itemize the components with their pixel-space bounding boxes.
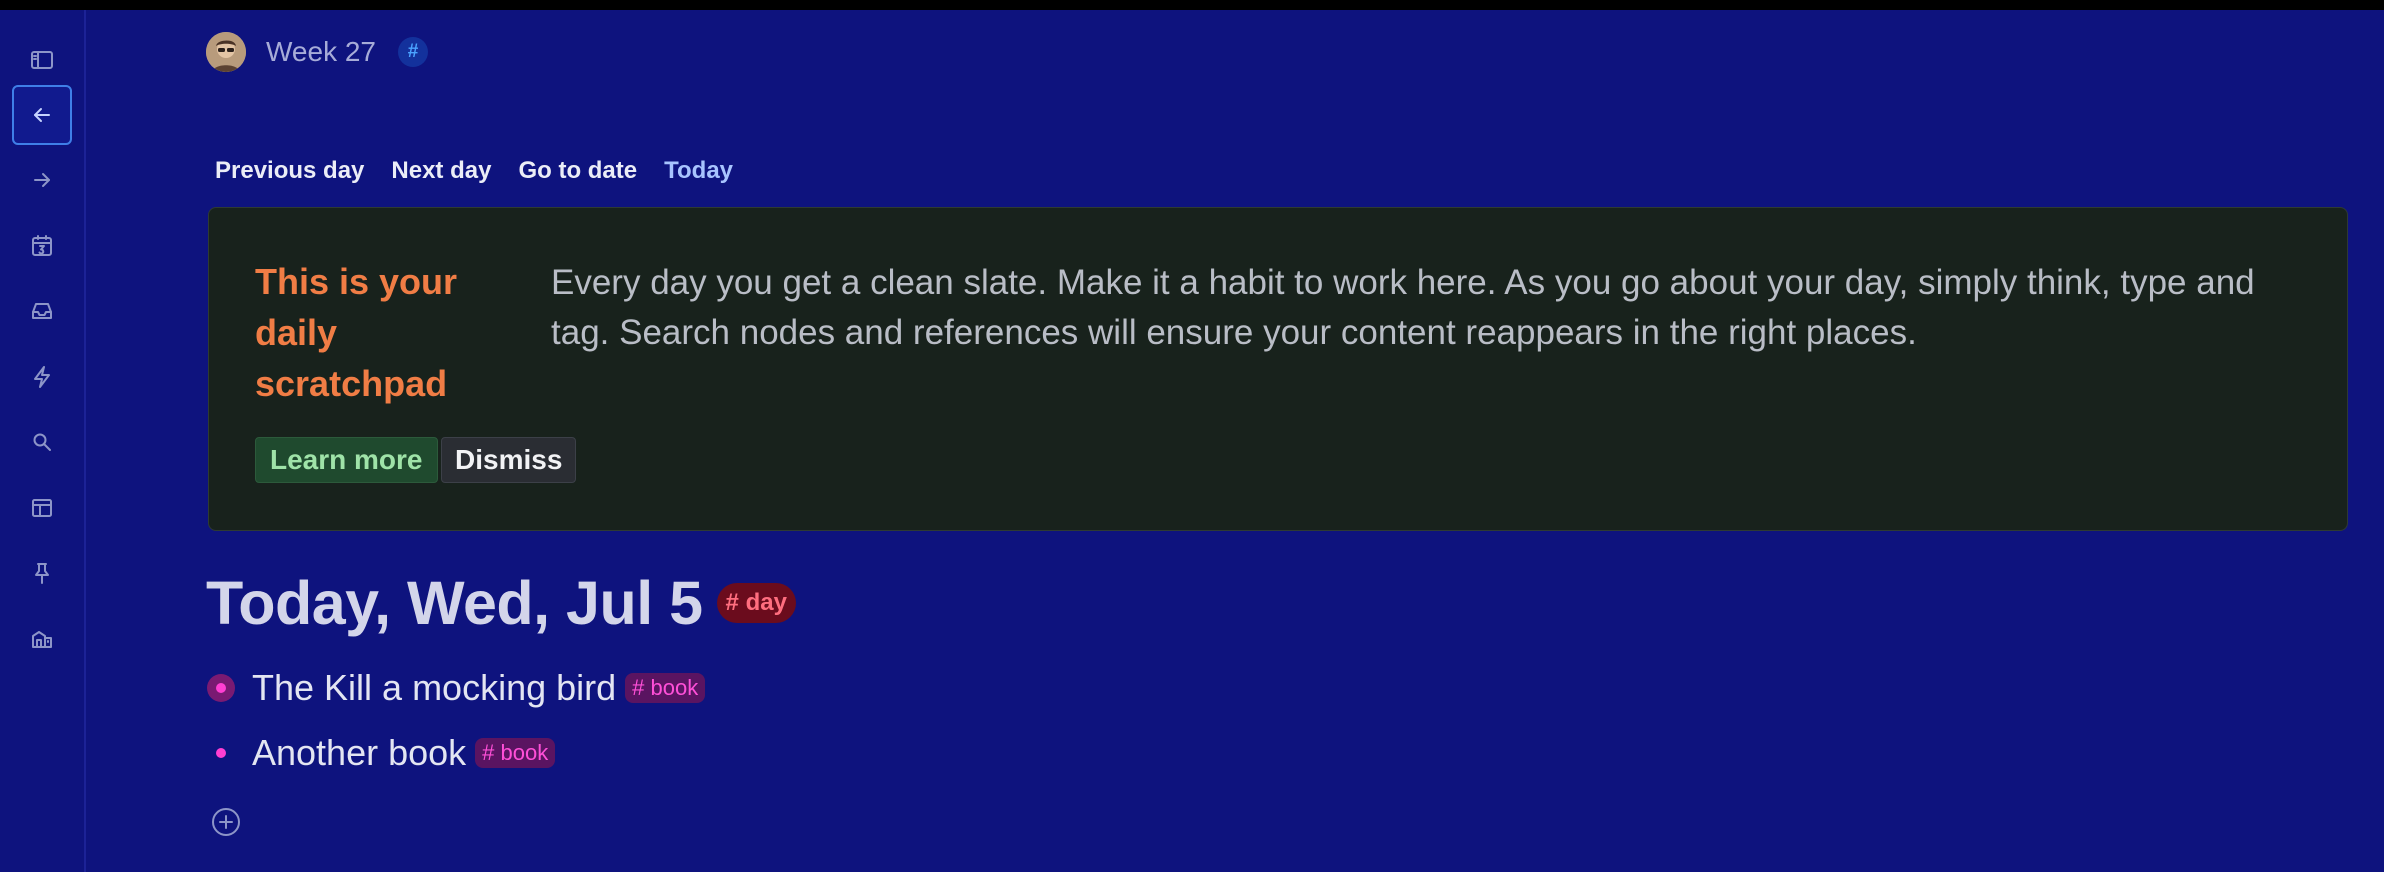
day-heading: Today, Wed, Jul 5 # day [206, 568, 796, 638]
window-top-bar [0, 0, 2384, 10]
arrow-left-icon [34, 108, 50, 122]
quick-action-button[interactable] [12, 347, 72, 407]
book-tag[interactable]: # book [475, 738, 556, 768]
lightning-icon [34, 366, 50, 388]
next-day-link[interactable]: Next day [391, 157, 491, 185]
dismiss-button[interactable]: Dismiss [441, 437, 577, 483]
avatar[interactable] [206, 32, 246, 72]
layout-icon [32, 499, 52, 517]
sidebar-toggle-icon [31, 51, 53, 69]
list-item-text[interactable]: Another book [252, 732, 466, 774]
back-button[interactable] [12, 85, 72, 145]
day-title[interactable]: Today, Wed, Jul 5 [206, 568, 703, 638]
scratchpad-title: This is your daily scratchpad [255, 261, 458, 404]
scratchpad-card: This is your daily scratchpad Every day … [208, 207, 2348, 531]
add-node-button[interactable] [210, 806, 242, 838]
day-navigation: Previous day Next day Go to date Today [215, 157, 733, 185]
page-header: Week 27 # [206, 31, 428, 73]
sidebar-toggle-button[interactable] [12, 30, 72, 90]
bullet-icon[interactable] [206, 673, 236, 703]
arrow-right-icon [34, 173, 50, 187]
bullet-icon[interactable] [206, 738, 236, 768]
pinned-button[interactable] [12, 543, 72, 603]
layout-button[interactable] [12, 478, 72, 538]
workspace-button[interactable] [12, 609, 72, 669]
inbox-button[interactable] [12, 281, 72, 341]
inbox-icon [32, 303, 52, 319]
avatar-image [206, 32, 246, 72]
list-item[interactable]: Another book # book [206, 732, 556, 774]
search-button[interactable] [12, 412, 72, 472]
forward-button[interactable] [12, 150, 72, 210]
go-to-date-link[interactable]: Go to date [518, 157, 637, 185]
left-sidebar [0, 10, 86, 872]
page-title: Week 27 [266, 36, 376, 67]
list-item[interactable]: The Kill a mocking bird # book [206, 667, 706, 709]
calendar-button[interactable] [12, 216, 72, 276]
pin-icon [35, 563, 49, 584]
previous-day-link[interactable]: Previous day [215, 157, 364, 185]
day-tag[interactable]: # day [716, 583, 796, 623]
today-link[interactable]: Today [664, 157, 733, 185]
scratchpad-description: Every day you get a clean slate. Make it… [551, 263, 2255, 352]
calendar-icon [32, 235, 52, 256]
search-icon [33, 433, 51, 451]
book-tag[interactable]: # book [625, 673, 706, 703]
list-item-text[interactable]: The Kill a mocking bird [252, 667, 616, 709]
tag-badge[interactable]: # [398, 37, 428, 67]
workspace-icon [32, 631, 52, 648]
plus-circle-icon [212, 808, 240, 836]
learn-more-button[interactable]: Learn more [255, 437, 438, 483]
